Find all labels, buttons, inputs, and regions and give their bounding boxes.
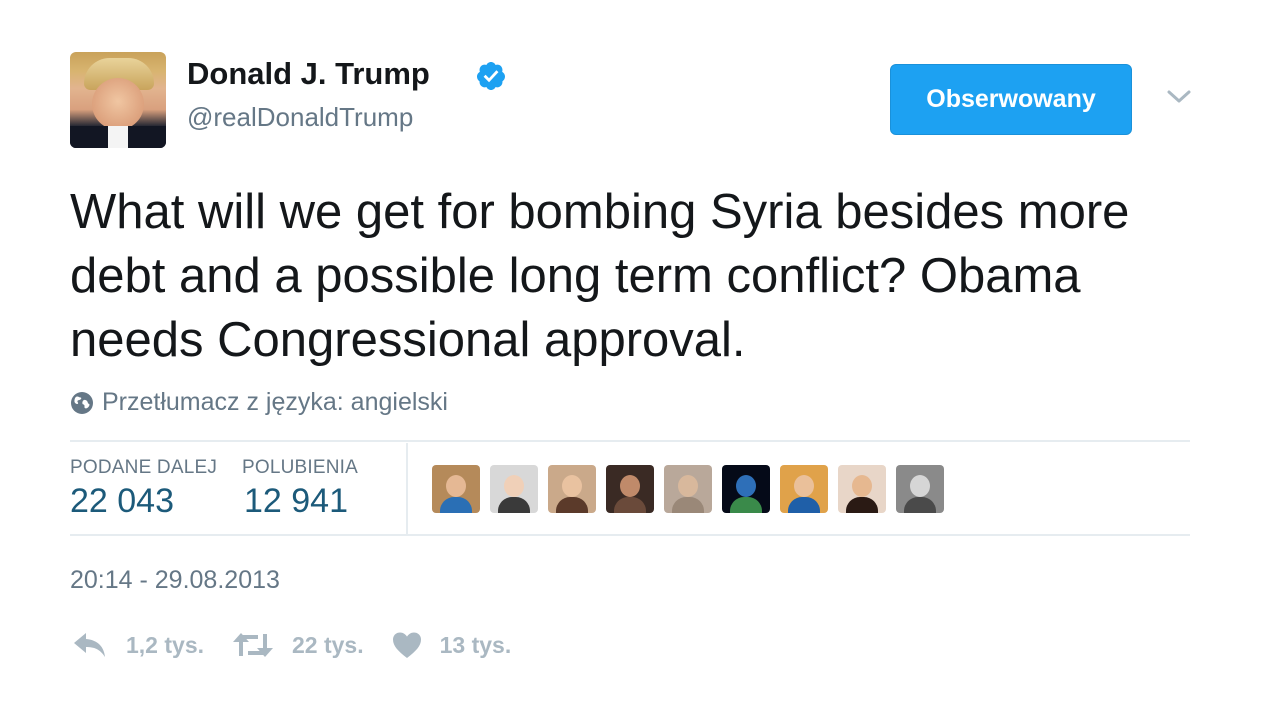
liker-avatar-body [498,497,530,513]
like-action[interactable]: 13 tys. [392,631,512,659]
liker-avatar-body [672,497,704,513]
author-avatar[interactable] [70,52,166,148]
reply-count: 1,2 tys. [126,631,204,658]
like-count: 13 tys. [439,631,512,658]
translate-link[interactable]: Przetłumacz z języka: angielski [70,388,448,417]
avatar-face [92,78,144,130]
liker-avatars [432,465,944,513]
globe-icon [71,391,93,414]
liker-avatar-body [556,497,588,513]
liker-avatar-body [730,497,762,513]
liker-avatar-head [678,475,698,497]
retweet-icon[interactable] [232,630,274,660]
chevron-down-icon[interactable] [1166,86,1192,108]
heart-icon[interactable] [392,631,422,659]
likes-label[interactable]: POLUBIENIA [242,457,358,479]
reply-action[interactable]: 1,2 tys. [72,630,204,660]
follow-button[interactable]: Obserwowany [890,64,1132,135]
liker-avatar[interactable] [664,465,712,513]
liker-avatar-body [788,497,820,513]
liker-avatar-body [904,497,936,513]
liker-avatar-head [562,475,582,497]
liker-avatar[interactable] [606,465,654,513]
liker-avatar[interactable] [548,465,596,513]
liker-avatar-body [614,497,646,513]
stats-separator [406,443,408,535]
stats-bottom-divider [70,534,1190,536]
verified-badge-icon [476,62,505,90]
reply-icon[interactable] [72,630,108,660]
retweet-action[interactable]: 22 tys. [232,630,364,660]
stats-top-divider [70,440,1190,442]
retweets-count[interactable]: 22 043 [70,482,174,521]
retweet-count: 22 tys. [292,631,364,658]
liker-avatar[interactable] [432,465,480,513]
liker-avatar-head [446,475,466,497]
liker-avatar[interactable] [490,465,538,513]
author-name[interactable]: Donald J. Trump [187,56,430,92]
tweet-actions: 1,2 tys. 22 tys. 13 tys. [72,630,539,660]
liker-avatar-head [852,475,872,497]
liker-avatar-head [794,475,814,497]
liker-avatar[interactable] [896,465,944,513]
liker-avatar[interactable] [838,465,886,513]
liker-avatar-body [846,497,878,513]
liker-avatar-head [620,475,640,497]
likes-count[interactable]: 12 941 [244,482,348,521]
liker-avatar-head [504,475,524,497]
tweet-timestamp[interactable]: 20:14 - 29.08.2013 [70,566,280,595]
liker-avatar-head [736,475,756,497]
liker-avatar[interactable] [780,465,828,513]
author-handle[interactable]: @realDonaldTrump [187,102,413,133]
tweet-text: What will we get for bombing Syria besid… [70,185,1130,367]
avatar-shirt [108,126,128,148]
liker-avatar[interactable] [722,465,770,513]
translate-label[interactable]: Przetłumacz z języka: angielski [102,388,448,417]
liker-avatar-head [910,475,930,497]
liker-avatar-body [440,497,472,513]
retweets-label[interactable]: PODANE DALEJ [70,457,217,479]
